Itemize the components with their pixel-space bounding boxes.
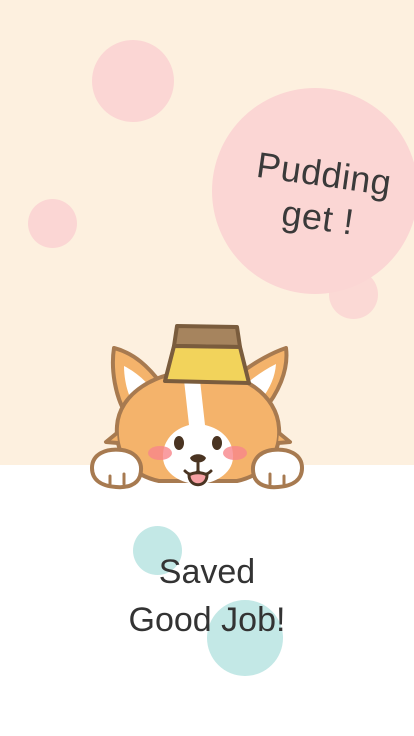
- completion-message: Saved Good Job!: [0, 548, 414, 644]
- message-line-2: Good Job!: [128, 601, 286, 639]
- corgi-with-pudding-icon: [89, 324, 305, 490]
- decorative-pink-bubble: [92, 40, 174, 122]
- message-line-1: Saved: [158, 553, 256, 591]
- reward-screen: Pudding get ! Saved Good Job!: [0, 0, 414, 736]
- decorative-pink-bubble: [329, 270, 378, 319]
- decorative-pink-bubble: [28, 199, 77, 248]
